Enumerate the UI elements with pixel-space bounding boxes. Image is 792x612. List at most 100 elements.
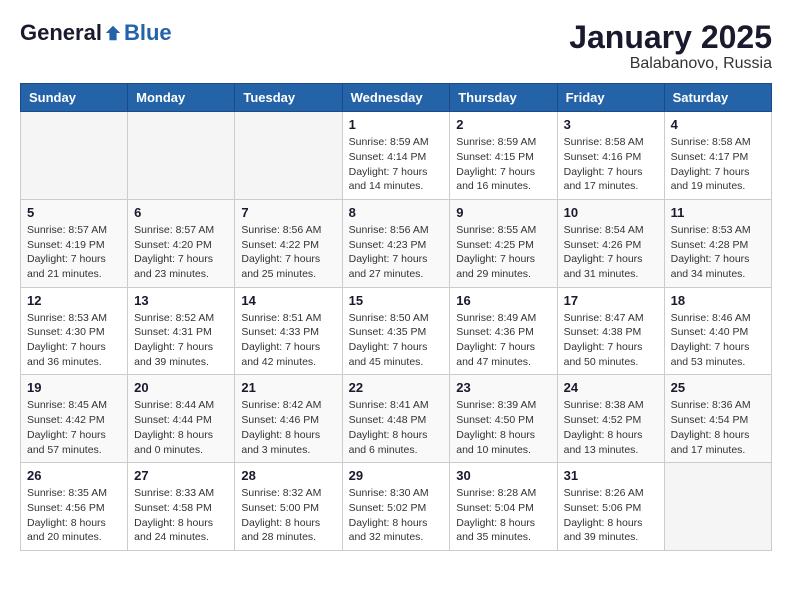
calendar-cell: 21 Sunrise: 8:42 AMSunset: 4:46 PMDayligh… xyxy=(235,375,342,463)
day-info: Sunrise: 8:57 AMSunset: 4:20 PMDaylight:… xyxy=(134,223,228,282)
day-info: Sunrise: 8:42 AMSunset: 4:46 PMDaylight:… xyxy=(241,398,335,457)
calendar-cell: 10Sunrise: 8:54 AMSunset: 4:26 PMDayligh… xyxy=(557,199,664,287)
day-number: 28 xyxy=(241,468,335,483)
day-info: Sunrise: 8:26 AMSunset: 5:06 PMDaylight:… xyxy=(564,486,658,545)
day-number: 29 xyxy=(349,468,444,483)
calendar-table: SundayMondayTuesdayWednesdayThursdayFrid… xyxy=(20,83,772,551)
logo-icon xyxy=(104,24,122,42)
day-number: 11 xyxy=(671,205,765,220)
day-info: Sunrise: 8:55 AMSunset: 4:25 PMDaylight:… xyxy=(456,223,550,282)
day-info: Sunrise: 8:52 AMSunset: 4:31 PMDaylight:… xyxy=(134,311,228,370)
day-number: 9 xyxy=(456,205,550,220)
calendar-cell: 11 Sunrise: 8:53 AMSunset: 4:28 PMDayligh… xyxy=(664,199,771,287)
day-info: Sunrise: 8:33 AMSunset: 4:58 PMDaylight:… xyxy=(134,486,228,545)
calendar-cell: 22 Sunrise: 8:41 AMSunset: 4:48 PMDayligh… xyxy=(342,375,450,463)
day-number: 13 xyxy=(134,293,228,308)
day-info: Sunrise: 8:44 AMSunset: 4:44 PMDaylight:… xyxy=(134,398,228,457)
day-info: Sunrise: 8:46 AMSunset: 4:40 PMDaylight:… xyxy=(671,311,765,370)
day-info: Sunrise: 8:38 AMSunset: 4:52 PMDaylight:… xyxy=(564,398,658,457)
day-number: 12 xyxy=(27,293,121,308)
title-block: January 2025 Balabanovo, Russia xyxy=(569,20,772,73)
calendar-cell: 7 Sunrise: 8:56 AMSunset: 4:22 PMDaylight… xyxy=(235,199,342,287)
day-info: Sunrise: 8:39 AMSunset: 4:50 PMDaylight:… xyxy=(456,398,550,457)
calendar-cell: 29Sunrise: 8:30 AMSunset: 5:02 PMDayligh… xyxy=(342,463,450,551)
calendar-cell: 26 Sunrise: 8:35 AMSunset: 4:56 PMDayligh… xyxy=(21,463,128,551)
day-info: Sunrise: 8:28 AMSunset: 5:04 PMDaylight:… xyxy=(456,486,550,545)
day-number: 7 xyxy=(241,205,335,220)
calendar-cell: 19 Sunrise: 8:45 AMSunset: 4:42 PMDayligh… xyxy=(21,375,128,463)
day-number: 25 xyxy=(671,380,765,395)
day-info: Sunrise: 8:53 AMSunset: 4:30 PMDaylight:… xyxy=(27,311,121,370)
calendar-cell: 30 Sunrise: 8:28 AMSunset: 5:04 PMDayligh… xyxy=(450,463,557,551)
week-row-5: 26 Sunrise: 8:35 AMSunset: 4:56 PMDayligh… xyxy=(21,463,772,551)
column-header-saturday: Saturday xyxy=(664,84,771,112)
calendar-cell xyxy=(21,112,128,200)
day-info: Sunrise: 8:49 AMSunset: 4:36 PMDaylight:… xyxy=(456,311,550,370)
day-number: 4 xyxy=(671,117,765,132)
day-number: 8 xyxy=(349,205,444,220)
calendar-cell: 3Sunrise: 8:58 AMSunset: 4:16 PMDaylight… xyxy=(557,112,664,200)
page-header: General Blue January 2025 Balabanovo, Ru… xyxy=(20,20,772,73)
calendar-cell: 16 Sunrise: 8:49 AMSunset: 4:36 PMDayligh… xyxy=(450,287,557,375)
calendar-title: January 2025 xyxy=(569,20,772,55)
day-info: Sunrise: 8:56 AMSunset: 4:23 PMDaylight:… xyxy=(349,223,444,282)
day-number: 1 xyxy=(349,117,444,132)
day-info: Sunrise: 8:51 AMSunset: 4:33 PMDaylight:… xyxy=(241,311,335,370)
calendar-cell: 28 Sunrise: 8:32 AMSunset: 5:00 PMDayligh… xyxy=(235,463,342,551)
day-number: 21 xyxy=(241,380,335,395)
day-info: Sunrise: 8:32 AMSunset: 5:00 PMDaylight:… xyxy=(241,486,335,545)
day-info: Sunrise: 8:45 AMSunset: 4:42 PMDaylight:… xyxy=(27,398,121,457)
logo-blue-text: Blue xyxy=(124,20,172,46)
calendar-cell: 1 Sunrise: 8:59 AMSunset: 4:14 PMDaylight… xyxy=(342,112,450,200)
day-number: 31 xyxy=(564,468,658,483)
calendar-cell: 4 Sunrise: 8:58 AMSunset: 4:17 PMDaylight… xyxy=(664,112,771,200)
day-info: Sunrise: 8:50 AMSunset: 4:35 PMDaylight:… xyxy=(349,311,444,370)
day-number: 14 xyxy=(241,293,335,308)
week-row-4: 19 Sunrise: 8:45 AMSunset: 4:42 PMDayligh… xyxy=(21,375,772,463)
calendar-cell: 25Sunrise: 8:36 AMSunset: 4:54 PMDayligh… xyxy=(664,375,771,463)
calendar-cell: 24Sunrise: 8:38 AMSunset: 4:52 PMDayligh… xyxy=(557,375,664,463)
day-number: 27 xyxy=(134,468,228,483)
day-info: Sunrise: 8:58 AMSunset: 4:17 PMDaylight:… xyxy=(671,135,765,194)
day-info: Sunrise: 8:58 AMSunset: 4:16 PMDaylight:… xyxy=(564,135,658,194)
calendar-cell: 15 Sunrise: 8:50 AMSunset: 4:35 PMDayligh… xyxy=(342,287,450,375)
day-number: 26 xyxy=(27,468,121,483)
calendar-cell: 12 Sunrise: 8:53 AMSunset: 4:30 PMDayligh… xyxy=(21,287,128,375)
calendar-header-row: SundayMondayTuesdayWednesdayThursdayFrid… xyxy=(21,84,772,112)
day-number: 15 xyxy=(349,293,444,308)
column-header-sunday: Sunday xyxy=(21,84,128,112)
week-row-1: 1 Sunrise: 8:59 AMSunset: 4:14 PMDaylight… xyxy=(21,112,772,200)
day-number: 17 xyxy=(564,293,658,308)
calendar-cell: 20 Sunrise: 8:44 AMSunset: 4:44 PMDayligh… xyxy=(128,375,235,463)
calendar-cell: 14 Sunrise: 8:51 AMSunset: 4:33 PMDayligh… xyxy=(235,287,342,375)
calendar-cell xyxy=(235,112,342,200)
day-info: Sunrise: 8:54 AMSunset: 4:26 PMDaylight:… xyxy=(564,223,658,282)
day-number: 20 xyxy=(134,380,228,395)
calendar-cell: 9 Sunrise: 8:55 AMSunset: 4:25 PMDaylight… xyxy=(450,199,557,287)
week-row-3: 12 Sunrise: 8:53 AMSunset: 4:30 PMDayligh… xyxy=(21,287,772,375)
day-info: Sunrise: 8:59 AMSunset: 4:15 PMDaylight:… xyxy=(456,135,550,194)
calendar-cell: 8 Sunrise: 8:56 AMSunset: 4:23 PMDaylight… xyxy=(342,199,450,287)
column-header-friday: Friday xyxy=(557,84,664,112)
calendar-cell: 13 Sunrise: 8:52 AMSunset: 4:31 PMDayligh… xyxy=(128,287,235,375)
day-info: Sunrise: 8:53 AMSunset: 4:28 PMDaylight:… xyxy=(671,223,765,282)
calendar-subtitle: Balabanovo, Russia xyxy=(569,55,772,73)
day-info: Sunrise: 8:59 AMSunset: 4:14 PMDaylight:… xyxy=(349,135,444,194)
calendar-cell xyxy=(664,463,771,551)
day-number: 22 xyxy=(349,380,444,395)
day-info: Sunrise: 8:35 AMSunset: 4:56 PMDaylight:… xyxy=(27,486,121,545)
day-number: 16 xyxy=(456,293,550,308)
calendar-cell: 6Sunrise: 8:57 AMSunset: 4:20 PMDaylight… xyxy=(128,199,235,287)
day-number: 30 xyxy=(456,468,550,483)
day-number: 2 xyxy=(456,117,550,132)
week-row-2: 5Sunrise: 8:57 AMSunset: 4:19 PMDaylight… xyxy=(21,199,772,287)
logo-general-text: General xyxy=(20,20,102,46)
day-number: 19 xyxy=(27,380,121,395)
column-header-thursday: Thursday xyxy=(450,84,557,112)
column-header-monday: Monday xyxy=(128,84,235,112)
logo: General Blue xyxy=(20,20,172,46)
day-info: Sunrise: 8:56 AMSunset: 4:22 PMDaylight:… xyxy=(241,223,335,282)
day-info: Sunrise: 8:41 AMSunset: 4:48 PMDaylight:… xyxy=(349,398,444,457)
calendar-cell xyxy=(128,112,235,200)
column-header-wednesday: Wednesday xyxy=(342,84,450,112)
